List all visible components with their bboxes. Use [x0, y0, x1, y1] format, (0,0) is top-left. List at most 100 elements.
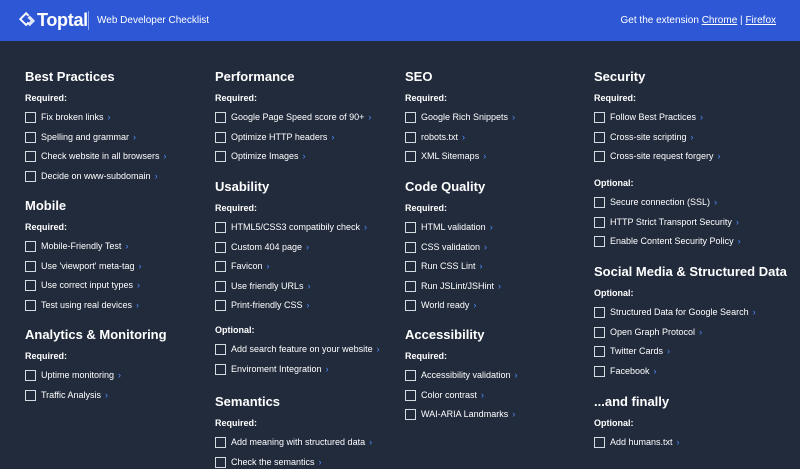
checklist-item-structured-data-for-google-search[interactable]: Structured Data for Google Search ›: [594, 306, 756, 319]
checkbox[interactable]: [215, 456, 226, 468]
checkbox[interactable]: [215, 112, 226, 123]
checklist-item-add-meaning-with-structured-data[interactable]: Add meaning with structured data ›: [215, 436, 372, 449]
checklist-item-secure-connection-ssl[interactable]: Secure connection (SSL) ›: [594, 196, 717, 209]
checkbox[interactable]: [405, 112, 416, 123]
checkbox[interactable]: [594, 326, 605, 338]
checkbox[interactable]: [215, 151, 226, 162]
chevron-right-icon[interactable]: ›: [307, 300, 310, 311]
checkbox[interactable]: [594, 112, 605, 123]
chevron-right-icon[interactable]: ›: [306, 242, 309, 253]
chevron-right-icon[interactable]: ›: [753, 307, 756, 318]
checklist-item-run-jslint-jshint[interactable]: Run JSLint/JSHint ›: [405, 280, 501, 293]
checklist-item-css-validation[interactable]: CSS validation ›: [405, 241, 487, 254]
checklist-item-google-rich-snippets[interactable]: Google Rich Snippets ›: [405, 111, 515, 124]
chevron-right-icon[interactable]: ›: [377, 344, 380, 355]
checkbox[interactable]: [25, 151, 36, 162]
checkbox[interactable]: [25, 131, 36, 143]
checklist-item-print-friendly-css[interactable]: Print-friendly CSS ›: [215, 299, 310, 312]
chevron-right-icon[interactable]: ›: [480, 261, 483, 272]
checkbox[interactable]: [215, 363, 226, 375]
checkbox[interactable]: [25, 170, 36, 182]
chevron-right-icon[interactable]: ›: [331, 132, 334, 143]
checkbox[interactable]: [594, 437, 605, 448]
chevron-right-icon[interactable]: ›: [308, 281, 311, 292]
chevron-right-icon[interactable]: ›: [136, 300, 139, 311]
checklist-item-html5-css3-compatibily-check[interactable]: HTML5/CSS3 compatibily check ›: [215, 221, 367, 234]
checklist-item-enviroment-integration[interactable]: Enviroment Integration ›: [215, 363, 329, 376]
checklist-item-check-the-semantics[interactable]: Check the semantics ›: [215, 456, 322, 469]
checkbox[interactable]: [594, 346, 605, 357]
chevron-right-icon[interactable]: ›: [490, 222, 493, 233]
chevron-right-icon[interactable]: ›: [699, 327, 702, 338]
checkbox[interactable]: [405, 300, 416, 311]
checkbox[interactable]: [25, 280, 36, 291]
checklist-item-robots-txt[interactable]: robots.txt ›: [405, 131, 465, 144]
checklist-item-mobile-friendly-test[interactable]: Mobile-Friendly Test ›: [25, 240, 128, 253]
firefox-link[interactable]: Firefox: [745, 15, 776, 26]
chevron-right-icon[interactable]: ›: [654, 366, 657, 377]
checkbox[interactable]: [405, 261, 416, 272]
checkbox[interactable]: [405, 389, 416, 401]
chevron-right-icon[interactable]: ›: [133, 132, 136, 143]
chevron-right-icon[interactable]: ›: [137, 280, 140, 291]
chevron-right-icon[interactable]: ›: [368, 112, 371, 123]
checklist-item-http-strict-transport-security[interactable]: HTTP Strict Transport Security ›: [594, 216, 739, 229]
chevron-right-icon[interactable]: ›: [736, 217, 739, 228]
checklist-item-uptime-monitoring[interactable]: Uptime monitoring ›: [25, 369, 121, 382]
chevron-right-icon[interactable]: ›: [714, 197, 717, 208]
checkbox[interactable]: [25, 260, 36, 272]
checklist-item-world-ready[interactable]: World ready ›: [405, 299, 476, 312]
checklist-item-run-css-lint[interactable]: Run CSS Lint ›: [405, 260, 483, 273]
chevron-right-icon[interactable]: ›: [319, 457, 322, 468]
chevron-right-icon[interactable]: ›: [700, 112, 703, 123]
checklist-item-decide-on-www-subdomain[interactable]: Decide on www-subdomain ›: [25, 170, 158, 183]
checkbox[interactable]: [25, 370, 36, 381]
checklist-item-optimize-http-headers[interactable]: Optimize HTTP headers ›: [215, 131, 334, 144]
checkbox[interactable]: [594, 216, 605, 228]
checklist-item-wai-aria-landmarks[interactable]: WAI-ARIA Landmarks ›: [405, 408, 515, 421]
checkbox[interactable]: [215, 280, 226, 292]
checkbox[interactable]: [405, 370, 416, 381]
checkbox[interactable]: [405, 151, 416, 162]
checkbox[interactable]: [594, 236, 605, 247]
chevron-right-icon[interactable]: ›: [483, 151, 486, 162]
checklist-item-optimize-images[interactable]: Optimize Images ›: [215, 150, 306, 163]
checkbox[interactable]: [215, 222, 226, 233]
checkbox[interactable]: [405, 241, 416, 253]
checkbox[interactable]: [215, 300, 226, 311]
chevron-right-icon[interactable]: ›: [462, 132, 465, 143]
chevron-right-icon[interactable]: ›: [484, 242, 487, 253]
chevron-right-icon[interactable]: ›: [164, 151, 167, 162]
checkbox[interactable]: [594, 151, 605, 162]
checklist-item-favicon[interactable]: Favicon ›: [215, 260, 270, 273]
chevron-right-icon[interactable]: ›: [667, 346, 670, 357]
checklist-item-custom-404-page[interactable]: Custom 404 page ›: [215, 241, 309, 254]
checklist-item-google-page-speed-score-of-90[interactable]: Google Page Speed score of 90+ ›: [215, 111, 371, 124]
checklist-item-xml-sitemaps[interactable]: XML Sitemaps ›: [405, 150, 486, 163]
chrome-link[interactable]: Chrome: [702, 15, 738, 26]
chevron-right-icon[interactable]: ›: [155, 171, 158, 182]
chevron-right-icon[interactable]: ›: [498, 281, 501, 292]
checklist-item-use-friendly-urls[interactable]: Use friendly URLs ›: [215, 280, 311, 293]
checkbox[interactable]: [25, 299, 36, 311]
checklist-item-test-using-real-devices[interactable]: Test using real devices ›: [25, 299, 139, 312]
checkbox[interactable]: [215, 131, 226, 143]
chevron-right-icon[interactable]: ›: [108, 112, 111, 123]
checkbox[interactable]: [215, 241, 226, 253]
chevron-right-icon[interactable]: ›: [138, 261, 141, 272]
chevron-right-icon[interactable]: ›: [512, 409, 515, 420]
checklist-item-html-validation[interactable]: HTML validation ›: [405, 221, 493, 234]
checklist-item-use-correct-input-types[interactable]: Use correct input types ›: [25, 279, 140, 292]
chevron-right-icon[interactable]: ›: [369, 437, 372, 448]
checklist-item-use-viewport-meta-tag[interactable]: Use 'viewport' meta-tag ›: [25, 260, 141, 273]
toptal-logo[interactable]: Toptal: [18, 10, 88, 30]
checkbox[interactable]: [594, 365, 605, 377]
checklist-item-traffic-analysis[interactable]: Traffic Analysis ›: [25, 389, 108, 402]
checkbox[interactable]: [25, 112, 36, 123]
checklist-item-enable-content-security-policy[interactable]: Enable Content Security Policy ›: [594, 235, 741, 248]
checkbox[interactable]: [594, 307, 605, 318]
checkbox[interactable]: [594, 131, 605, 143]
checklist-item-open-graph-protocol[interactable]: Open Graph Protocol ›: [594, 326, 702, 339]
checklist-item-cross-site-request-forgery[interactable]: Cross-site request forgery ›: [594, 150, 721, 163]
chevron-right-icon[interactable]: ›: [677, 437, 680, 448]
